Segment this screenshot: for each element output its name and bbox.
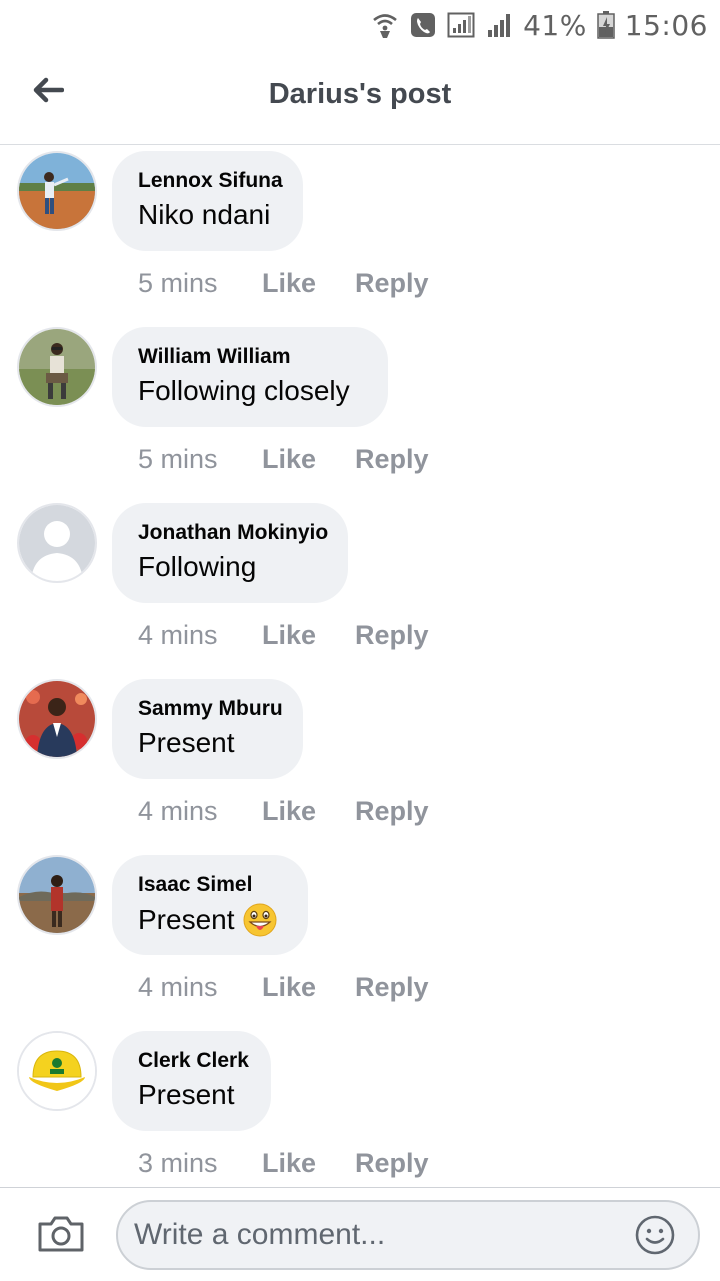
comment-text-content: Present bbox=[138, 904, 235, 935]
comment-item: Jonathan Mokinyio Following 4 mins Like … bbox=[0, 497, 720, 673]
signal-icon bbox=[485, 11, 513, 39]
avatar[interactable] bbox=[17, 679, 97, 759]
comment-text-content: Following closely bbox=[138, 375, 350, 406]
clock: 15:06 bbox=[624, 8, 708, 42]
reply-button[interactable]: Reply bbox=[355, 1148, 429, 1179]
comment-author[interactable]: Clerk Clerk bbox=[138, 1049, 249, 1073]
comment-text-content: Following bbox=[138, 551, 257, 582]
comment-time[interactable]: 5 mins bbox=[138, 268, 262, 299]
comment-bubble[interactable]: Jonathan Mokinyio Following bbox=[112, 503, 348, 603]
camera-button[interactable] bbox=[36, 1212, 86, 1256]
comment-bubble[interactable]: Sammy Mburu Present bbox=[112, 679, 303, 779]
like-button[interactable]: Like bbox=[262, 268, 355, 299]
grinning-tongue-emoji-icon bbox=[243, 903, 277, 937]
comment-item: Lennox Sifuna Niko ndani 5 mins Like Rep… bbox=[0, 145, 720, 321]
comment-bubble[interactable]: Isaac Simel Present bbox=[112, 855, 308, 955]
comment-bubble[interactable]: William William Following closely bbox=[112, 327, 388, 427]
comment-text: Present bbox=[138, 903, 277, 937]
comment-time[interactable]: 3 mins bbox=[138, 1148, 262, 1179]
comment-composer bbox=[0, 1187, 720, 1281]
comment-text-content: Niko ndani bbox=[138, 199, 271, 230]
comment-item: Clerk Clerk Present 3 mins Like Reply bbox=[0, 1025, 720, 1187]
comment-time[interactable]: 4 mins bbox=[138, 796, 262, 827]
emoji-button[interactable] bbox=[634, 1214, 676, 1256]
comment-author[interactable]: Sammy Mburu bbox=[138, 697, 283, 721]
comment-time[interactable]: 5 mins bbox=[138, 444, 262, 475]
page-title: Darius's post bbox=[268, 78, 452, 110]
comment-time[interactable]: 4 mins bbox=[138, 972, 262, 1003]
battery-percent: 41% bbox=[523, 8, 587, 42]
like-button[interactable]: Like bbox=[262, 972, 355, 1003]
comment-list[interactable]: Lennox Sifuna Niko ndani 5 mins Like Rep… bbox=[0, 145, 720, 1187]
reply-button[interactable]: Reply bbox=[355, 268, 429, 299]
comment-text: Following bbox=[138, 551, 256, 583]
phone-icon bbox=[409, 11, 437, 39]
reply-button[interactable]: Reply bbox=[355, 620, 429, 651]
avatar[interactable] bbox=[17, 855, 97, 935]
comment-author[interactable]: Isaac Simel bbox=[138, 873, 252, 897]
comment-item: William William Following closely 5 mins… bbox=[0, 321, 720, 497]
like-button[interactable]: Like bbox=[262, 1148, 355, 1179]
smiley-icon bbox=[634, 1215, 676, 1260]
avatar[interactable] bbox=[17, 151, 97, 231]
comment-time[interactable]: 4 mins bbox=[138, 620, 262, 651]
reply-button[interactable]: Reply bbox=[355, 972, 429, 1003]
comment-author[interactable]: Lennox Sifuna bbox=[138, 169, 283, 193]
comment-text-content: Present bbox=[138, 727, 235, 758]
reply-button[interactable]: Reply bbox=[355, 796, 429, 827]
avatar[interactable] bbox=[17, 1031, 97, 1111]
comment-actions: 5 mins Like Reply bbox=[138, 439, 429, 479]
battery-icon bbox=[597, 11, 615, 39]
comment-actions: 4 mins Like Reply bbox=[138, 967, 429, 1007]
app-header: Darius's post bbox=[0, 50, 720, 145]
comment-actions: 4 mins Like Reply bbox=[138, 615, 429, 655]
like-button[interactable]: Like bbox=[262, 444, 355, 475]
wifi-calling-icon bbox=[371, 11, 399, 39]
status-icons: 41% 15:06 bbox=[371, 6, 708, 44]
comment-item: Sammy Mburu Present 4 mins Like Reply bbox=[0, 673, 720, 849]
status-bar: 41% 15:06 bbox=[0, 0, 720, 50]
comment-text: Present bbox=[138, 727, 235, 759]
comment-bubble[interactable]: Clerk Clerk Present bbox=[112, 1031, 271, 1131]
signal-icon bbox=[447, 11, 475, 39]
avatar[interactable] bbox=[17, 327, 97, 407]
camera-icon bbox=[36, 1216, 86, 1260]
comment-text-content: Present bbox=[138, 1079, 235, 1110]
avatar[interactable] bbox=[17, 503, 97, 583]
comment-actions: 3 mins Like Reply bbox=[138, 1143, 429, 1183]
like-button[interactable]: Like bbox=[262, 620, 355, 651]
reply-button[interactable]: Reply bbox=[355, 444, 429, 475]
comment-text: Present bbox=[138, 1079, 235, 1111]
comment-item: Isaac Simel Present 4 mins Like Reply bbox=[0, 849, 720, 1025]
comment-actions: 5 mins Like Reply bbox=[138, 263, 429, 303]
comment-text: Niko ndani bbox=[138, 199, 270, 231]
comment-author[interactable]: William William bbox=[138, 345, 291, 369]
comment-author[interactable]: Jonathan Mokinyio bbox=[138, 521, 328, 545]
comment-input[interactable] bbox=[116, 1200, 700, 1270]
comment-bubble[interactable]: Lennox Sifuna Niko ndani bbox=[112, 151, 303, 251]
like-button[interactable]: Like bbox=[262, 796, 355, 827]
comment-text: Following closely bbox=[138, 375, 350, 407]
comment-actions: 4 mins Like Reply bbox=[138, 791, 429, 831]
